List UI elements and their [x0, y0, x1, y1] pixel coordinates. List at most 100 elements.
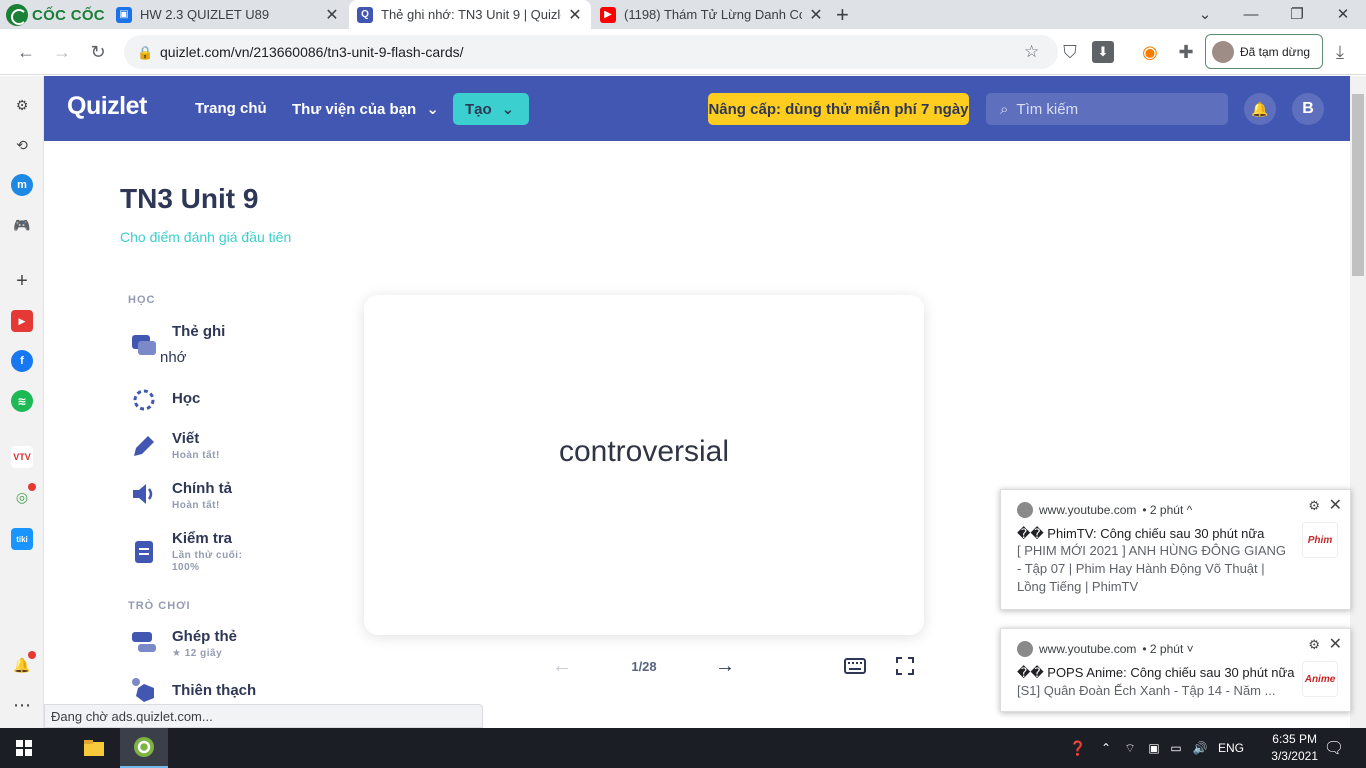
- rate-link[interactable]: Cho điểm đánh giá đầu tiên: [120, 229, 291, 245]
- notification-settings-icon[interactable]: ⚙: [1308, 498, 1320, 514]
- file-explorer-icon[interactable]: [72, 728, 116, 768]
- notifications-bell-icon[interactable]: 🔔: [11, 651, 36, 676]
- notification-dot: [28, 483, 36, 491]
- back-button[interactable]: ←: [12, 38, 40, 66]
- shield-icon[interactable]: ⛉: [1056, 38, 1084, 66]
- bookmark-star-icon[interactable]: ☆: [1024, 42, 1039, 62]
- mode-learn[interactable]: Học: [130, 386, 330, 414]
- mode-write[interactable]: Viết Hoàn tất!: [130, 430, 330, 466]
- notification-body: [S1] Quân Đoàn Ếch Xanh - Tập 14 - Năm .…: [1017, 683, 1276, 698]
- notification-close-icon[interactable]: ✕: [1329, 634, 1342, 654]
- notification-close-icon[interactable]: ✕: [1329, 495, 1342, 515]
- notifications-bell-icon[interactable]: 🔔: [1244, 93, 1276, 125]
- chevron-down-icon: ⌄: [501, 101, 515, 118]
- mode-match[interactable]: Ghép thẻ ★ 12 giây: [130, 628, 330, 664]
- close-window-button[interactable]: ✕: [1320, 0, 1366, 29]
- settings-gear-icon[interactable]: ⚙: [11, 94, 33, 116]
- test-document-icon: [135, 541, 153, 563]
- mode-gravity[interactable]: Thiên thạch: [130, 678, 330, 704]
- messenger-icon[interactable]: m: [11, 174, 33, 196]
- notification-pops-anime[interactable]: www.youtube.com • 2 phút ˅ ⚙ ✕ �� POPS A…: [1000, 628, 1351, 712]
- battery-icon[interactable]: ▭: [1166, 728, 1186, 768]
- browser-toolbar: ← → ↻ 🔒 quizlet.com/vn/213660086/tn3-uni…: [0, 29, 1366, 75]
- youtube-icon[interactable]: ▶: [11, 310, 33, 332]
- download-icon[interactable]: ⬇: [1092, 41, 1114, 63]
- previous-card-button[interactable]: ←: [550, 655, 574, 677]
- clock-time: 6:35 PM: [1272, 732, 1317, 746]
- nav-library-label: Thư viện của bạn: [292, 101, 417, 118]
- new-tab-button[interactable]: +: [836, 2, 849, 28]
- mode-label: Thiên thạch: [172, 682, 257, 699]
- extensions-puzzle-icon[interactable]: ✚: [1172, 38, 1200, 66]
- avatar: [1212, 40, 1234, 63]
- quizlet-logo[interactable]: Quizlet: [67, 92, 147, 121]
- history-icon[interactable]: ⟲: [11, 134, 33, 156]
- tab-quizlet-active[interactable]: Q Thẻ ghi nhớ: TN3 Unit 9 | Quizlet ✕: [349, 0, 591, 29]
- downloads-icon[interactable]: ⤓: [1326, 38, 1354, 66]
- notification-phimtv[interactable]: www.youtube.com • 2 phút ^ ⚙ ✕ �� PhimTV…: [1000, 489, 1351, 610]
- minimize-button[interactable]: —: [1228, 0, 1274, 29]
- show-hidden-icons-chevron-icon[interactable]: ⌃: [1096, 728, 1116, 768]
- coccoc-taskbar-icon[interactable]: [120, 728, 168, 768]
- tiki-icon[interactable]: tiki: [11, 528, 33, 550]
- search-input[interactable]: ⌕ Tìm kiếm: [986, 93, 1228, 125]
- quizlet-favicon-icon: Q: [357, 6, 373, 23]
- add-sidebar-item-icon[interactable]: +: [11, 270, 33, 292]
- notification-dot: [28, 651, 36, 659]
- scrollbar-thumb[interactable]: [1352, 94, 1364, 276]
- notification-thumbnail: Anime: [1302, 661, 1338, 697]
- fullscreen-icon[interactable]: [893, 655, 917, 677]
- card-counter: 1/28: [631, 658, 657, 674]
- spotify-icon[interactable]: ≋: [11, 390, 33, 412]
- notification-body: [ PHIM MỚI 2021 ] ANH HÙNG ĐÔNG GIANG - …: [1017, 543, 1287, 594]
- windows-start-icon[interactable]: [0, 728, 48, 768]
- tab-title: (1198) Thám Tử Lừng Danh Conan: [624, 7, 802, 22]
- coccoc-game-icon[interactable]: ◎: [11, 483, 36, 508]
- vtv-go-icon[interactable]: VTV: [11, 446, 33, 468]
- page-scrollbar[interactable]: [1350, 76, 1366, 728]
- notification-settings-icon[interactable]: ⚙: [1308, 637, 1320, 653]
- language-indicator[interactable]: ENG: [1214, 728, 1248, 768]
- mode-test[interactable]: Kiểm tra Lần thử cuối: 100%: [130, 530, 330, 576]
- browser-tab-strip: CỐC CỐC ▣ HW 2.3 QUIZLET U89 ✕ Q Thẻ ghi…: [0, 0, 1366, 29]
- close-tab-icon[interactable]: ✕: [808, 5, 824, 25]
- windows-taskbar: ❓ ⌃ ⌔ ▣ ▭ 🔊 ENG 6:35 PM 3/3/2021 🗨: [0, 728, 1366, 768]
- nav-home[interactable]: Trang chủ: [195, 100, 267, 117]
- tab-hw-quizlet[interactable]: ▣ HW 2.3 QUIZLET U89 ✕: [108, 0, 348, 29]
- learn-icon: [133, 389, 155, 411]
- keyboard-shortcuts-icon[interactable]: [842, 655, 868, 677]
- help-icon[interactable]: ❓: [1066, 728, 1090, 768]
- more-options-icon[interactable]: ⋯: [11, 694, 33, 716]
- url-text: quizlet.com/vn/213660086/tn3-unit-9-flas…: [160, 44, 464, 60]
- games-section-label: TRÒ CHƠI: [128, 600, 191, 612]
- facebook-icon[interactable]: f: [11, 350, 33, 372]
- clock[interactable]: 6:35 PM 3/3/2021: [1271, 731, 1318, 765]
- game-controller-icon[interactable]: 🎮: [11, 214, 33, 236]
- wifi-icon[interactable]: ⌔: [1120, 728, 1140, 768]
- notification-source: www.youtube.com • 2 phút ˅: [1017, 641, 1194, 657]
- mode-label: Thẻ ghi: [172, 323, 226, 340]
- tab-search-icon[interactable]: ⌄: [1182, 0, 1228, 29]
- close-tab-icon[interactable]: ✕: [324, 5, 340, 25]
- forward-button[interactable]: →: [48, 38, 76, 66]
- action-center-icon[interactable]: 🗨: [1316, 728, 1352, 768]
- next-card-button[interactable]: →: [713, 655, 737, 677]
- reload-button[interactable]: ↻: [84, 38, 112, 66]
- nav-library[interactable]: Thư viện của bạn ⌄: [292, 100, 439, 118]
- volume-icon[interactable]: 🔊: [1190, 728, 1210, 768]
- extension-coccoc-icon[interactable]: ◉: [1136, 38, 1164, 66]
- user-avatar[interactable]: B: [1292, 93, 1324, 125]
- close-tab-icon[interactable]: ✕: [567, 5, 583, 25]
- address-bar[interactable]: 🔒 quizlet.com/vn/213660086/tn3-unit-9-fl…: [124, 35, 1058, 69]
- profile-button[interactable]: Đã tạm dừng: [1205, 34, 1323, 69]
- browser-brand[interactable]: CỐC CỐC: [6, 3, 105, 27]
- flashcard[interactable]: controversial: [364, 295, 924, 635]
- device-icon[interactable]: ▣: [1144, 728, 1164, 768]
- mode-flashcards[interactable]: Thẻ ghi nhớ: [130, 320, 330, 370]
- create-button[interactable]: Tạo ⌄: [453, 93, 529, 125]
- study-section-label: HỌC: [128, 294, 156, 306]
- tab-youtube[interactable]: ▶ (1198) Thám Tử Lừng Danh Conan ✕: [592, 0, 832, 29]
- maximize-button[interactable]: ❐: [1274, 0, 1320, 29]
- upgrade-button[interactable]: Nâng cấp: dùng thử miễn phí 7 ngày: [708, 93, 969, 125]
- mode-spell[interactable]: Chính tả Hoàn tất!: [130, 480, 330, 516]
